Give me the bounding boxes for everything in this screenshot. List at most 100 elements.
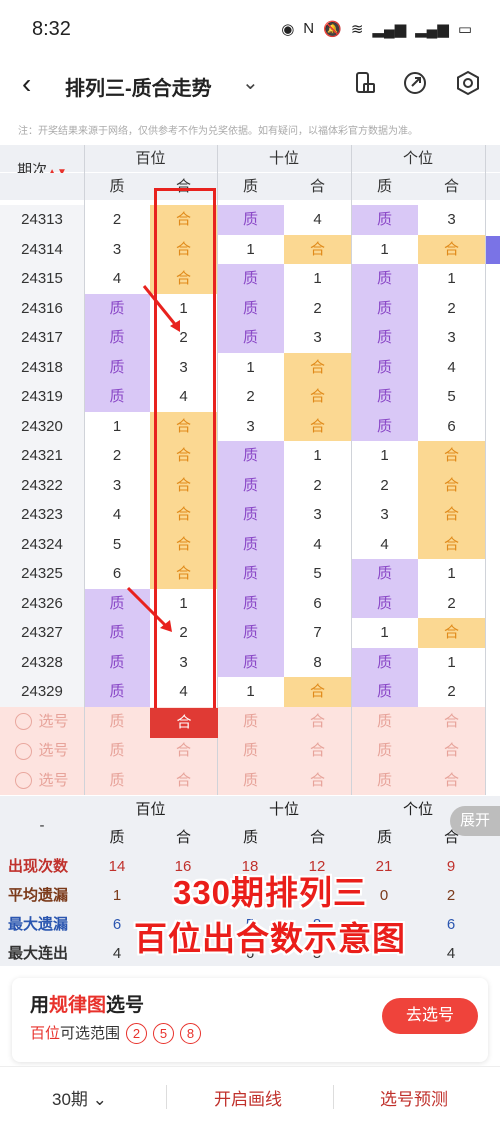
range-ball: 5 xyxy=(153,1023,175,1044)
draw-line-button[interactable]: 开启画线 xyxy=(214,1085,282,1110)
stats-sub: 合 xyxy=(309,829,325,846)
select-label[interactable]: 选号 xyxy=(0,736,84,766)
select-cell[interactable]: 质 xyxy=(84,706,150,736)
trend-cell: 质 xyxy=(217,293,284,323)
trend-cell: 1 xyxy=(447,270,456,287)
trend-cell: 4 xyxy=(380,535,389,553)
trend-cell: 合 xyxy=(284,234,351,264)
sub-header: 合 xyxy=(443,178,459,195)
select-cell[interactable]: 合 xyxy=(284,706,351,736)
trend-cell: 质 xyxy=(84,677,150,707)
trend-cell: 质 xyxy=(351,559,418,589)
select-cell[interactable]: 质 xyxy=(351,765,418,795)
trend-cell: 8 xyxy=(313,653,322,671)
trend-cell: 1 xyxy=(112,417,122,435)
trend-cell: 质 xyxy=(351,647,418,677)
issue-number: 24325 xyxy=(0,559,84,589)
select-cell[interactable]: 质 xyxy=(217,706,284,736)
page-title[interactable]: 排列三-质合走势 xyxy=(65,72,212,101)
trend-cell: 1 xyxy=(246,240,255,258)
trend-cell: 3 xyxy=(313,329,322,346)
go-select-button[interactable]: 去选号 xyxy=(382,998,478,1034)
divider xyxy=(166,1085,167,1109)
trend-cell: 1 xyxy=(447,653,456,671)
eye-icon: ◉ xyxy=(281,21,295,38)
select-cell[interactable]: 合 xyxy=(284,765,351,795)
nfc-icon: N xyxy=(303,20,315,37)
disclaimer-note: 注：开奖结果来源于网络，仅供参考不作为兑奖依据。如有疑问，以福体彩官方数据为准。 xyxy=(18,126,418,137)
select-cell[interactable]: 质 xyxy=(351,706,418,736)
table-row: 24318 质 3 1 合质 4 xyxy=(0,352,500,382)
select-cell[interactable]: 合 xyxy=(150,765,217,795)
trend-cell: 质 xyxy=(84,352,150,382)
he-select-button[interactable]: 合 xyxy=(150,708,218,738)
select-cell[interactable]: 合 xyxy=(150,736,217,766)
select-label[interactable]: 选号 xyxy=(0,706,84,736)
select-text: 选号 xyxy=(38,742,69,759)
issue-number: 24320 xyxy=(0,411,84,441)
table-row: 24321 2 合质 1 1 合 xyxy=(0,441,500,471)
select-cell[interactable]: 质 xyxy=(84,736,150,766)
back-arrow-icon[interactable]: ‹ xyxy=(22,68,31,100)
signal2-icon: ▂▄▆ xyxy=(415,21,449,38)
select-cell[interactable]: 质 xyxy=(217,736,284,766)
stats-label: 平均遗漏 xyxy=(8,887,69,904)
share-icon[interactable] xyxy=(402,70,428,96)
table-row: 24316 质 1 质 2 质 2 xyxy=(0,293,500,323)
issue-number: 24324 xyxy=(0,529,84,559)
header: ‹ 排列三-质合走势 ⌄ xyxy=(0,60,500,110)
group-ones: 个位 xyxy=(402,150,433,167)
period-select[interactable]: 30期 ⌄ xyxy=(52,1085,107,1110)
trend-cell: 4 xyxy=(313,211,322,228)
select-text: 选号 xyxy=(38,712,69,730)
table-row: 24320 1 合 3 合质 6 xyxy=(0,411,500,441)
trend-cell: 质 xyxy=(217,205,284,235)
table-row: 24322 3 合质 2 2 合 xyxy=(0,470,500,500)
trend-cell: 1 xyxy=(380,240,389,258)
stats-sub: 质 xyxy=(109,829,125,846)
chevron-down-icon[interactable]: ⌄ xyxy=(242,70,259,95)
radio-circle-icon[interactable] xyxy=(15,772,33,790)
issue-number: 24319 xyxy=(0,382,84,412)
stats-sub: 质 xyxy=(376,829,392,846)
stats-sub: 质 xyxy=(242,829,258,846)
select-cell[interactable]: 质 xyxy=(351,736,418,766)
trend-cell: 合 xyxy=(418,500,485,530)
select-cell[interactable]: 合 xyxy=(418,765,485,795)
card-range: 百位可选范围 2 5 8 xyxy=(30,1022,202,1044)
radio-circle-icon[interactable] xyxy=(15,713,33,731)
issue-number: 24318 xyxy=(0,352,84,382)
battery-icon: ▭ xyxy=(457,21,472,38)
trend-cell: 3 xyxy=(380,506,389,523)
predict-button[interactable]: 选号预测 xyxy=(380,1085,448,1110)
trend-cell: 2 xyxy=(380,476,389,494)
expand-button[interactable]: 展开 xyxy=(450,806,500,836)
wifi-icon: ≋ xyxy=(350,21,364,38)
select-cell[interactable]: 合 xyxy=(284,736,351,766)
trend-cell: 合 xyxy=(284,382,351,412)
issue-number: 24315 xyxy=(0,264,84,294)
group-header-row: 期次▲▼ 百位 十位 个位 xyxy=(0,145,500,179)
range-ball: 2 xyxy=(126,1023,148,1044)
trend-cell: 2 xyxy=(313,299,322,317)
scroll-indicator[interactable] xyxy=(486,236,500,264)
select-cell[interactable]: 合 xyxy=(418,706,485,736)
trend-cell: 质 xyxy=(351,293,418,323)
trend-cell: 合 xyxy=(418,470,485,500)
table-row: 24319 质 4 2 合质 5 xyxy=(0,382,500,412)
select-label[interactable]: 选号 xyxy=(0,765,84,795)
select-cell[interactable]: 合 xyxy=(418,736,485,766)
mute-icon: 🔕 xyxy=(323,21,342,38)
select-cell[interactable]: 质 xyxy=(217,765,284,795)
select-cell[interactable]: 质 xyxy=(84,765,150,795)
settings-icon[interactable] xyxy=(455,70,481,96)
arrow-icon xyxy=(126,586,172,632)
radio-circle-icon[interactable] xyxy=(15,742,33,760)
trend-cell: 质 xyxy=(217,500,284,530)
divider xyxy=(84,145,85,795)
range-ball: 8 xyxy=(180,1023,202,1044)
sub-header: 质 xyxy=(376,178,392,195)
status-icons: ◉ N 🔕 ≋ ▂▄▆ ▂▄▆ ▭ xyxy=(281,20,472,38)
issue-number: 24316 xyxy=(0,293,84,323)
rotate-screen-icon[interactable] xyxy=(352,70,378,96)
